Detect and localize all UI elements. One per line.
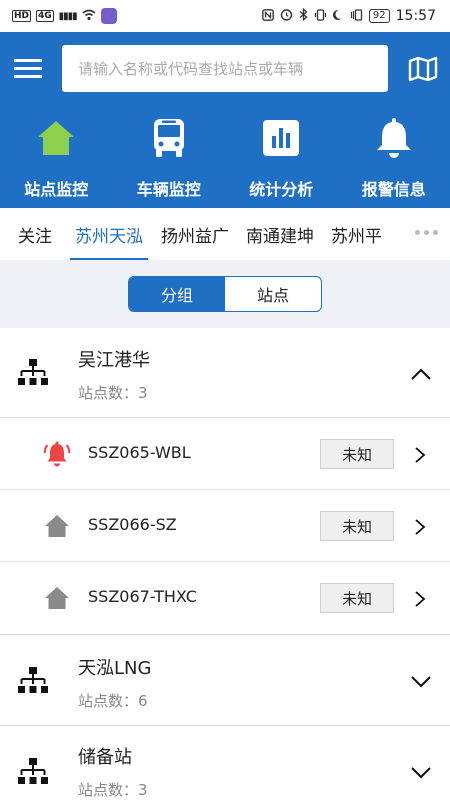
group-header[interactable]: 储备站 站点数：3 [0,727,450,800]
tab-yangzhou-yiguang[interactable]: 扬州益广 [161,208,229,260]
main-nav: 站点监控 车辆监控 统计分析 报警信息 [0,114,450,204]
hd-indicator: HD [12,10,32,22]
station-status-badge: 未知 [320,439,394,469]
chevron-right-icon[interactable] [414,590,426,608]
bus-icon [147,116,191,160]
bar-chart-icon [259,116,303,160]
org-tree-icon [17,358,49,388]
alarm-bell-icon [43,440,71,468]
bell-icon [372,116,416,160]
do-not-disturb-icon [332,9,344,24]
signal-icon: ▮▮▮▮ [58,10,78,22]
wifi-icon [82,9,96,24]
clock: 15:57 [395,8,436,24]
chevron-right-icon[interactable] [414,446,426,464]
station-code: SSZ067-THXC [88,587,197,606]
home-icon [43,584,71,612]
nav-vehicle-monitor[interactable]: 车辆监控 [113,114,226,204]
tab-nantong-jiankun[interactable]: 南通建坤 [246,208,314,260]
network-type-indicator: 4G [36,10,54,22]
nfc-icon [262,8,274,24]
app-header: 站点监控 车辆监控 [0,32,450,208]
chevron-down-icon[interactable] [410,765,432,779]
home-icon [43,512,71,540]
station-status-badge: 未知 [320,583,394,613]
nav-label: 统计分析 [249,180,314,199]
battery-indicator: 92 [368,9,390,23]
tab-suzhou-ping[interactable]: 苏州平 [331,208,382,260]
app-notification-icon [100,8,117,24]
station-code: SSZ066-SZ [88,515,177,534]
bluetooth-icon [299,7,308,24]
chevron-up-icon[interactable] [410,366,432,380]
view-segmented-control: 分组 站点 [128,276,322,312]
group-station-count: 站点数：3 [78,781,148,799]
chevron-down-icon[interactable] [410,674,432,688]
status-bar-right: 92 15:57 [262,7,436,24]
group-name: 吴江港华 [78,350,150,371]
view-switch-bar: 分组 站点 [0,260,450,328]
tab-fade [386,208,412,260]
menu-icon[interactable] [14,57,42,81]
segment-station[interactable]: 站点 [225,277,321,311]
nav-station-monitor[interactable]: 站点监控 [0,114,113,204]
group-name: 天泓LNG [78,658,152,679]
status-bar-left: HD 4G ▮▮▮▮ [12,8,117,24]
nav-label: 报警信息 [361,180,426,199]
tab-suzhou-tianhong[interactable]: 苏州天泓 [70,208,148,260]
station-code: SSZ065-WBL [88,443,191,462]
group-station-count: 站点数：6 [78,692,148,710]
status-bar: HD 4G ▮▮▮▮ 92 15:57 [0,0,450,32]
group-station-count: 站点数：3 [78,384,148,402]
nav-label: 站点监控 [24,180,89,199]
org-tree-icon [17,757,49,787]
station-status-badge: 未知 [320,511,394,541]
chevron-right-icon[interactable] [414,518,426,536]
group-name: 储备站 [78,747,132,768]
more-icon[interactable] [415,230,438,235]
search-input[interactable] [62,45,388,92]
alarm-clock-icon [280,8,293,24]
group-header[interactable]: 吴江港华 站点数：3 [0,328,450,418]
group-header[interactable]: 天泓LNG 站点数：6 [0,636,450,726]
tab-follow[interactable]: 关注 [18,208,52,260]
nav-statistics[interactable]: 统计分析 [225,114,338,204]
map-icon[interactable] [408,56,438,82]
station-row[interactable]: SSZ066-SZ 未知 [0,490,450,562]
company-tabs: 关注 苏州天泓 扬州益广 南通建坤 苏州平 [0,208,450,260]
vibrate-mode-icon [350,8,363,24]
station-row[interactable]: SSZ067-THXC 未知 [0,562,450,635]
nav-alarms[interactable]: 报警信息 [338,114,450,204]
vibrate-icon [314,8,327,24]
home-icon [34,116,78,160]
nav-label: 车辆监控 [136,180,201,199]
org-tree-icon [17,666,49,696]
station-row[interactable]: SSZ065-WBL 未知 [0,418,450,490]
segment-group[interactable]: 分组 [129,277,225,311]
